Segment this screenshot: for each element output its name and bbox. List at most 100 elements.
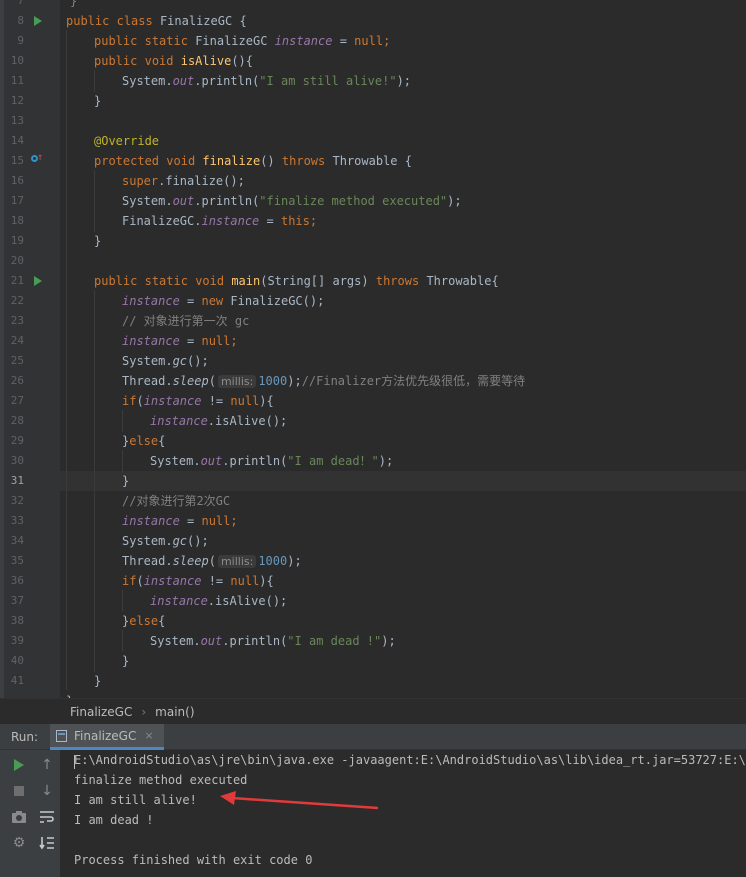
code-line-16: super.finalize(); [122,174,245,188]
line-number: 8 [17,14,24,27]
run-tab-finalizegc[interactable]: FinalizeGC × [50,724,164,750]
line-number: 9 [17,34,24,47]
code-line-14: @Override [94,134,160,148]
line-number: 14 [10,134,24,147]
code-line-41: } [94,674,102,688]
line-number: 28 [10,414,24,427]
run-tab-label: FinalizeGC [74,728,137,743]
code-line-39: System.out.println("I am dead !"); [150,634,396,648]
line-number: 11 [10,74,24,87]
line-number: 24 [10,334,24,347]
console-line: Process finished with exit code 0 [74,853,313,867]
line-number: 29 [10,434,24,447]
code-line-19: } [94,234,102,248]
scroll-to-end-icon[interactable] [38,834,56,852]
line-number: 27 [10,394,24,407]
line-number: 39 [10,634,24,647]
code-line-27: if(instance != null){ [122,394,274,408]
chevron-right-icon: › [141,704,147,719]
line-number: 18 [10,214,24,227]
code-area[interactable]: } public class FinalizeGC { public stati… [60,0,746,698]
code-line-17: System.out.println("finalize method exec… [122,194,462,208]
line-number: 26 [10,374,24,387]
console-output[interactable]: E:\AndroidStudio\as\jre\bin\java.exe -ja… [60,750,746,877]
run-label: Run: [11,730,39,744]
line-number: 21 [10,274,24,287]
breadcrumb-method[interactable]: main() [155,705,194,719]
up-arrow-icon[interactable]: ↑ [38,756,56,774]
code-line-42: } [66,691,73,698]
code-line-11: System.out.println("I am still alive!"); [122,74,412,88]
line-number: 19 [10,234,24,247]
red-annotation-arrow-icon [220,791,379,810]
code-line-8: public class FinalizeGC { [66,14,247,28]
line-number: 37 [10,594,24,607]
line-number: 10 [10,54,24,67]
run-toolbar: ↑ ↓ ⚙ [0,750,60,877]
code-line-7: } [70,0,78,8]
code-line-30: System.out.println("I am dead！"); [150,454,394,468]
line-number: 12 [10,94,24,107]
close-icon[interactable]: × [144,729,153,742]
parameter-hint: millis: [217,375,257,388]
line-number: 41 [10,674,24,687]
line-number: 30 [10,454,24,467]
code-line-9: public static FinalizeGC instance = null… [94,34,391,48]
code-line-35: Thread.sleep(millis: 1000); [122,554,302,568]
line-number: 15 [10,154,24,167]
code-line-37: instance.isAlive(); [150,594,288,608]
camera-icon[interactable] [10,808,28,826]
override-arrow-icon: ↑ [37,152,44,163]
line-number: 40 [10,654,24,667]
code-line-21: public static void main(String[] args) t… [94,274,499,288]
code-line-40: } [122,654,130,668]
console-line: I am dead ! [74,813,154,827]
code-editor[interactable]: 7 8 9 10 11 12 13 14 15 16 17 18 19 20 21 22 23 24 25 26 27 2… [0,0,746,698]
run-header: Run: FinalizeGC × [0,724,746,750]
settings-icon[interactable]: ⚙ [10,834,28,852]
console-icon [56,729,67,742]
code-line-34: System.gc(); [122,534,209,548]
line-number: 16 [10,174,24,187]
stop-icon[interactable] [10,782,28,800]
code-line-10: public void isAlive(){ [94,54,253,68]
code-line-33: instance = null; [122,514,238,528]
line-number: 31 [10,474,24,487]
code-line-28: instance.isAlive(); [150,414,288,428]
line-number: 13 [10,114,24,127]
line-number: 25 [10,354,24,367]
code-line-15: protected void finalize() throws Throwab… [94,154,412,168]
code-line-26: Thread.sleep(millis: 1000);//Finalizer方法优… [122,374,526,388]
code-line-32: //对象进行第2次GC [122,494,231,508]
line-number: 22 [10,294,24,307]
line-number: 34 [10,534,24,547]
breadcrumb-class[interactable]: FinalizeGC [70,705,132,719]
parameter-hint: millis: [217,555,257,568]
line-number: 32 [10,494,24,507]
console-line: E:\AndroidStudio\as\jre\bin\java.exe -ja… [74,753,746,767]
text-caret [74,755,75,769]
code-line-12: } [94,94,102,108]
line-number: 36 [10,574,24,587]
line-number: 17 [10,194,24,207]
console-line: I am still alive! [74,793,197,807]
code-line-31: } [122,474,130,488]
run-icon[interactable] [10,756,28,774]
line-number: 33 [10,514,24,527]
code-line-36: if(instance != null){ [122,574,274,588]
code-line-23: // 对象进行第一次 gc [122,314,250,328]
code-line-29: }else{ [122,434,166,448]
code-line-24: instance = null; [122,334,238,348]
soft-wrap-icon[interactable] [38,808,56,826]
line-number: 23 [10,314,24,327]
breadcrumb: FinalizeGC › main() [0,698,746,724]
run-class-gutter-icon[interactable] [34,16,42,26]
code-line-38: }else{ [122,614,166,628]
code-line-18: FinalizeGC.instance = this; [122,214,318,228]
run-main-gutter-icon[interactable] [34,276,42,286]
line-number: 7 [17,0,24,7]
code-line-22: instance = new FinalizeGC(); [122,294,325,308]
down-arrow-icon[interactable]: ↓ [38,782,56,800]
line-number: 35 [10,554,24,567]
line-number: 38 [10,614,24,627]
